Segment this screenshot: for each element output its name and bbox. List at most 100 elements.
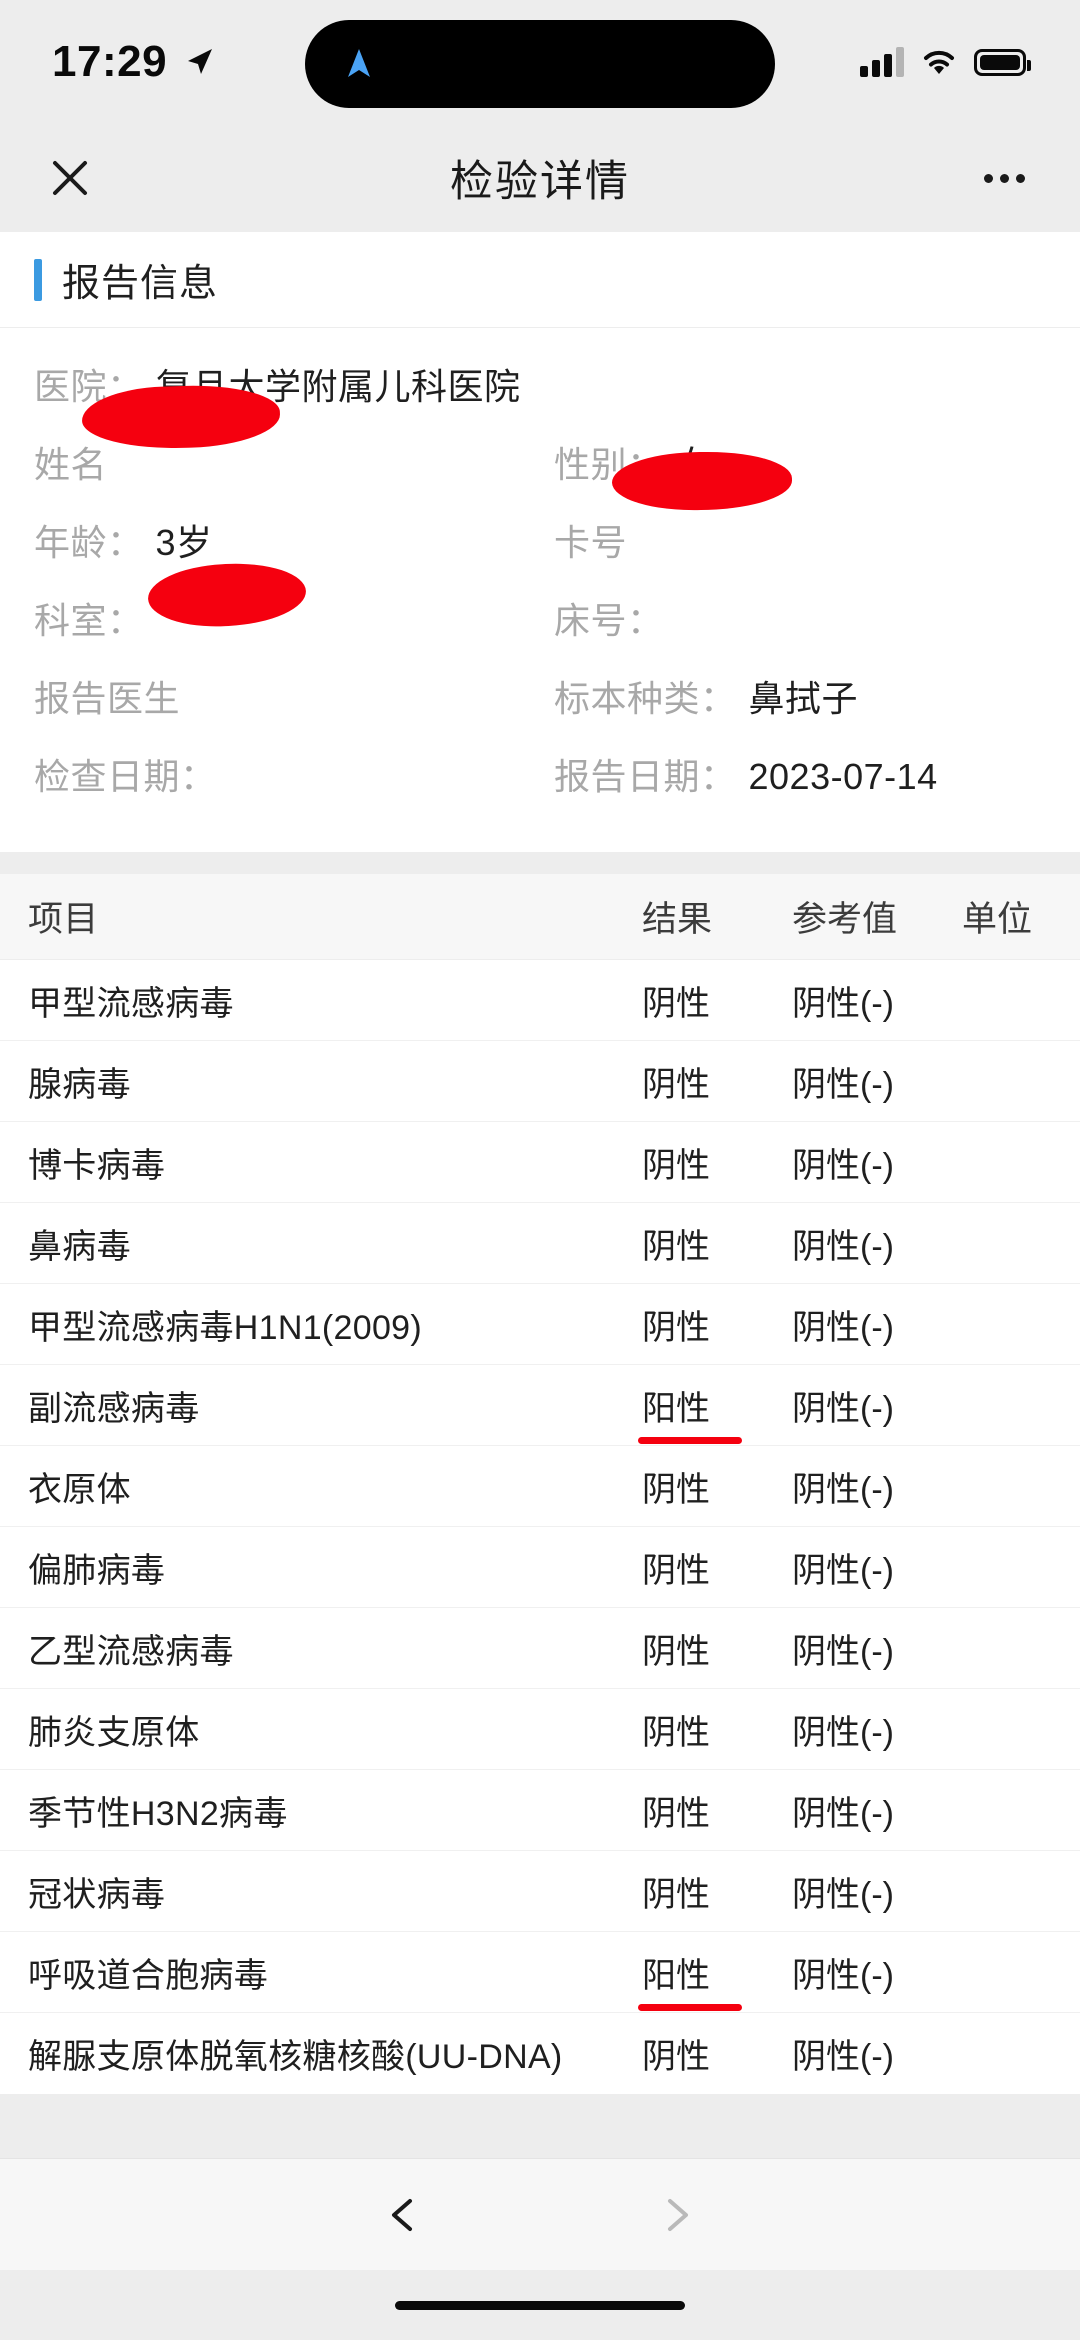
field-specimen-type: 标本种类： 鼻拭子 bbox=[554, 670, 1046, 722]
field-hospital: 医院： 复旦大学附属儿科医院 bbox=[34, 358, 1046, 410]
cell-reference: 阴性(-) bbox=[792, 1956, 894, 1995]
battery-full-icon bbox=[974, 48, 1031, 76]
cell-reference: 阴性(-) bbox=[792, 1875, 894, 1914]
table-row: 季节性H3N2病毒 阴性 阴性(-) bbox=[0, 1770, 1080, 1851]
positive-result-underline bbox=[638, 2003, 742, 2011]
card-label: 卡号 bbox=[554, 522, 628, 563]
table-row: 呼吸道合胞病毒 阳性 阴性(-) bbox=[0, 1932, 1080, 2013]
info-row-dates: 检查日期： 报告日期： 2023-07-14 bbox=[34, 748, 1046, 800]
table-row: 博卡病毒 阴性 阴性(-) bbox=[0, 1122, 1080, 1203]
age-value: 3岁 bbox=[155, 522, 213, 563]
pagination-bar bbox=[0, 2158, 1080, 2270]
cell-result: 阴性 bbox=[642, 1794, 710, 1833]
more-dot bbox=[999, 173, 1009, 183]
section-title: 报告信息 bbox=[62, 263, 219, 305]
table-row: 衣原体 阴性 阴性(-) bbox=[0, 1446, 1080, 1527]
field-report-doctor: 报告医生 bbox=[34, 670, 554, 722]
header-result: 结果 bbox=[642, 900, 713, 939]
cell-result: 阴性 bbox=[642, 1227, 710, 1266]
cell-item: 副流感病毒 bbox=[28, 1389, 200, 1428]
field-card-number: 卡号 bbox=[554, 514, 1046, 566]
report-date-value: 2023-07-14 bbox=[748, 756, 938, 797]
wifi-icon bbox=[924, 50, 954, 74]
cell-item: 肺炎支原体 bbox=[28, 1713, 200, 1752]
specimen-label: 标本种类： bbox=[554, 678, 737, 719]
section-divider bbox=[0, 852, 1080, 874]
name-label: 姓名 bbox=[34, 444, 108, 485]
status-bar-clock: 17:29 bbox=[52, 37, 168, 86]
info-row-department-bed: 科室： 床号： bbox=[34, 592, 1046, 644]
field-name: 姓名 bbox=[34, 436, 554, 488]
cell-reference: 阴性(-) bbox=[792, 1308, 894, 1347]
dynamic-island[interactable] bbox=[305, 20, 775, 108]
bed-label: 床号： bbox=[554, 600, 664, 641]
info-row-hospital: 医院： 复旦大学附属儿科医院 bbox=[34, 358, 1046, 410]
cell-item: 偏肺病毒 bbox=[28, 1551, 166, 1590]
hospital-label: 医院： bbox=[34, 366, 144, 407]
bottom-spacer bbox=[0, 2094, 1080, 2158]
cell-item: 鼻病毒 bbox=[28, 1227, 131, 1266]
cell-result: 阴性 bbox=[642, 1632, 710, 1671]
section-accent-bar bbox=[34, 258, 42, 301]
cell-reference: 阴性(-) bbox=[792, 1794, 894, 1833]
more-dot bbox=[983, 173, 993, 183]
home-indicator bbox=[395, 2300, 685, 2310]
page-title: 检验详情 bbox=[450, 158, 630, 206]
field-gender: 性别： 女 bbox=[554, 436, 1046, 488]
cell-reference: 阴性(-) bbox=[792, 984, 894, 1023]
chevron-left-icon bbox=[392, 2198, 412, 2231]
gender-label: 性别： bbox=[554, 444, 664, 485]
results-table: 项目 结果 参考值 单位 甲型流感病毒 阴性 阴性(-) 腺病毒 阴性 阴性(-) 博卡病毒… bbox=[0, 874, 1080, 2094]
previous-page-button[interactable] bbox=[372, 2183, 436, 2247]
status-bar-right bbox=[860, 47, 1031, 77]
report-info-block: 医院： 复旦大学附属儿科医院 姓名 性别： 女 年龄： 3岁 卡号 科室： 床号… bbox=[0, 328, 1080, 852]
cell-item: 腺病毒 bbox=[28, 1065, 131, 1104]
info-row-age-card: 年龄： 3岁 卡号 bbox=[34, 514, 1046, 566]
table-row: 腺病毒 阴性 阴性(-) bbox=[0, 1041, 1080, 1122]
cell-item: 甲型流感病毒 bbox=[28, 984, 234, 1023]
header-item: 项目 bbox=[28, 900, 99, 939]
info-row-doctor-specimen: 报告医生 标本种类： 鼻拭子 bbox=[34, 670, 1046, 722]
table-row: 冠状病毒 阴性 阴性(-) bbox=[0, 1851, 1080, 1932]
close-button[interactable] bbox=[44, 152, 96, 204]
status-bar: 17:29 bbox=[0, 0, 1080, 124]
cell-result: 阴性 bbox=[642, 1551, 710, 1590]
cell-item: 甲型流感病毒H1N1(2009) bbox=[28, 1308, 423, 1347]
navigation-bar: 检验详情 bbox=[0, 124, 1080, 232]
field-bed-number: 床号： bbox=[554, 592, 1046, 644]
chevron-right-icon bbox=[668, 2198, 688, 2231]
cell-item: 呼吸道合胞病毒 bbox=[28, 1956, 269, 1995]
next-page-button[interactable] bbox=[644, 2183, 708, 2247]
header-reference: 参考值 bbox=[792, 900, 898, 939]
field-age: 年龄： 3岁 bbox=[34, 514, 554, 566]
gender-value: 女 bbox=[675, 444, 713, 485]
table-row: 偏肺病毒 阴性 阴性(-) bbox=[0, 1527, 1080, 1608]
report-info-header: 报告信息 bbox=[0, 232, 1080, 328]
info-row-name-gender: 姓名 性别： 女 bbox=[34, 436, 1046, 488]
cell-result: 阴性 bbox=[642, 1875, 710, 1914]
status-bar-left: 17:29 bbox=[52, 40, 215, 84]
specimen-value: 鼻拭子 bbox=[748, 678, 859, 719]
table-row: 肺炎支原体 阴性 阴性(-) bbox=[0, 1689, 1080, 1770]
department-label: 科室： bbox=[34, 600, 144, 641]
report-date-label: 报告日期： bbox=[554, 756, 737, 797]
cell-item: 博卡病毒 bbox=[28, 1146, 166, 1185]
cell-result: 阴性 bbox=[642, 1470, 710, 1509]
cell-reference: 阴性(-) bbox=[792, 1146, 894, 1185]
cell-reference: 阴性(-) bbox=[792, 1065, 894, 1104]
cell-reference: 阴性(-) bbox=[792, 1227, 894, 1266]
table-header-row: 项目 结果 参考值 单位 bbox=[0, 874, 1080, 960]
cell-item: 冠状病毒 bbox=[28, 1875, 166, 1914]
cell-item: 季节性H3N2病毒 bbox=[28, 1794, 288, 1833]
field-report-date: 报告日期： 2023-07-14 bbox=[554, 748, 1046, 800]
positive-result-underline bbox=[638, 1436, 742, 1444]
exam-date-label: 检查日期： bbox=[34, 756, 217, 797]
age-label: 年龄： bbox=[34, 522, 144, 563]
more-options-button[interactable] bbox=[976, 152, 1032, 204]
cell-item: 衣原体 bbox=[28, 1470, 131, 1509]
cell-result-positive: 阳性 bbox=[638, 1948, 792, 2011]
cell-result: 阴性 bbox=[642, 1146, 710, 1185]
location-arrow-icon bbox=[188, 49, 213, 74]
cellular-signal-icon bbox=[860, 47, 904, 77]
phone-screen: 17:29 检验详情 报告信息 医院： 复旦大学附属儿科医院 姓名 性别： 女 … bbox=[0, 0, 1080, 2340]
